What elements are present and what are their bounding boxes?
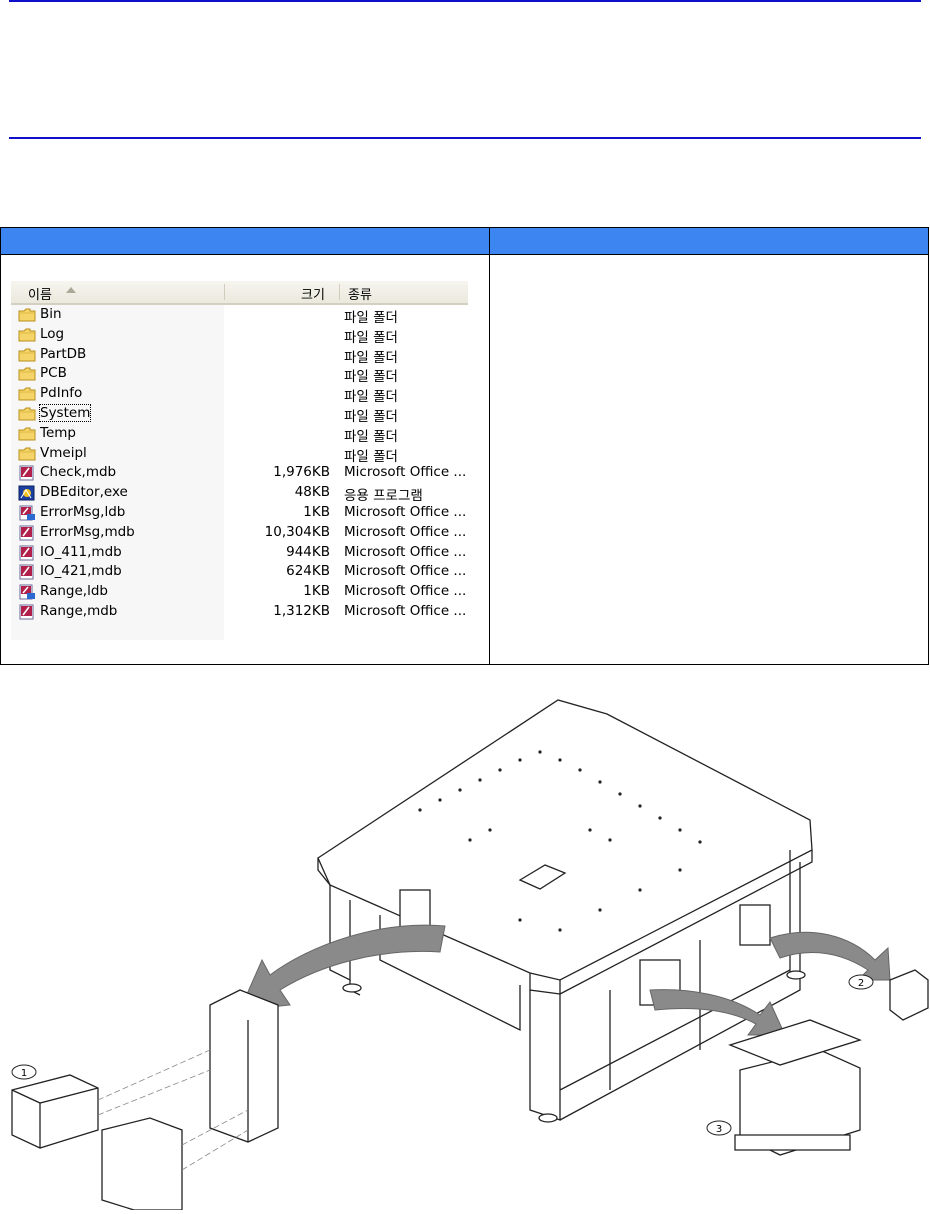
equipment-exploded-illustration: 1 2 3 [0,690,930,1211]
file-name: IO_411,mdb [40,543,122,560]
column-separator[interactable] [224,284,225,300]
access-database-icon [18,525,36,541]
file-type: 파일 폴더 [344,310,398,326]
folder-icon [18,366,36,382]
file-size: 1,312KB [273,603,330,619]
access-lock-file-icon [18,584,36,600]
file-name: Log [40,325,65,342]
folder-icon [18,386,36,402]
file-name: System [38,404,92,422]
file-name: Range,mdb [40,603,118,619]
file-type: Microsoft Office ... [344,504,467,520]
file-type: 파일 폴더 [344,369,398,386]
column-header-type[interactable]: 종류 [348,284,372,303]
file-name: Check,mdb [40,464,117,481]
access-database-icon [18,564,36,580]
file-type: 파일 폴더 [344,409,398,425]
file-type: 파일 폴더 [344,349,398,366]
file-size: 944KB [286,543,330,560]
file-row[interactable]: Bin 파일 폴더 [11,305,468,326]
file-type: Microsoft Office ... [344,603,467,619]
file-size: 624KB [286,563,330,580]
folder-icon [18,327,36,343]
file-name: IO_421,mdb [40,563,122,580]
file-type: 파일 폴더 [344,428,398,445]
file-size: 1KB [303,583,330,600]
table-column-divider [489,228,490,664]
column-separator[interactable] [339,284,340,300]
top-rule [9,0,921,2]
file-type: Microsoft Office ... [344,523,467,540]
folder-icon [18,347,36,363]
access-database-icon [18,545,36,561]
file-row[interactable]: ErrorMsg,ldb 1KB Microsoft Office ... [11,503,468,522]
application-icon [18,485,36,501]
file-row[interactable]: ErrorMsg,mdb 10,304KB Microsoft Office ... [11,523,468,542]
file-size: 10,304KB [264,523,330,540]
column-header-name[interactable]: 이름 [28,284,52,303]
file-list: 이름 크기 종류 Bin 파일 폴더 Log 파일 폴더 PartDB 파일 폴더 PCB 파… [11,281,468,640]
access-database-icon [18,604,36,620]
file-name: DBEditor,exe [40,484,128,501]
access-database-icon [18,465,36,481]
file-name: ErrorMsg,ldb [40,504,126,520]
callout-3-label: 3 [716,1124,722,1135]
file-type: Microsoft Office ... [344,464,467,481]
file-type: 파일 폴더 [344,389,398,406]
folder-icon [18,406,36,422]
file-row[interactable]: Range,mdb 1,312KB Microsoft Office ... [11,602,468,621]
callout-2-label: 2 [858,978,864,989]
file-type: Microsoft Office ... [344,543,467,560]
file-row[interactable]: PartDB 파일 폴더 [11,345,468,366]
file-row[interactable]: DBEditor,exe 48KB 응용 프로그램 [11,483,468,505]
file-type: 파일 폴더 [344,448,398,465]
file-row[interactable]: Log 파일 폴더 [11,325,468,346]
file-size: 48KB [294,484,330,501]
file-row[interactable]: PCB 파일 폴더 [11,364,468,386]
column-header-size[interactable]: 크기 [301,284,325,303]
file-name: Range,ldb [40,583,108,600]
file-type: Microsoft Office ... [344,583,467,600]
machine-frame-drawing: 1 2 3 [11,699,929,1211]
file-list-header: 이름 크기 종류 [11,281,468,305]
file-row[interactable]: Range,ldb 1KB Microsoft Office ... [11,582,468,601]
table-header-row [1,228,928,255]
sort-ascending-icon [66,287,76,293]
file-name: PartDB [40,345,87,362]
folder-icon [18,426,36,442]
file-size: 1,976KB [273,464,330,481]
folder-icon [18,307,36,323]
file-row[interactable]: IO_411,mdb 944KB Microsoft Office ... [11,543,468,562]
file-type: Microsoft Office ... [344,563,467,580]
file-name: Vmeipl [40,444,87,461]
file-row[interactable]: PdInfo 파일 폴더 [11,384,468,406]
file-row[interactable]: Vmeipl 파일 폴더 [11,444,468,465]
file-name: Temp [40,424,76,441]
file-type: 응용 프로그램 [344,488,423,505]
file-row[interactable]: IO_421,mdb 624KB Microsoft Office ... [11,562,468,581]
file-name: PCB [40,365,67,382]
folder-icon [18,446,36,462]
section-rule [9,137,921,139]
file-row[interactable]: System 파일 폴더 [11,404,468,425]
file-row[interactable]: Temp 파일 폴더 [11,424,468,445]
access-lock-file-icon [18,505,36,521]
file-size: 1KB [303,504,330,520]
file-name: ErrorMsg,mdb [40,523,135,540]
file-name: Bin [40,306,62,322]
file-type: 파일 폴더 [344,329,398,346]
file-row[interactable]: Check,mdb 1,976KB Microsoft Office ... [11,463,468,482]
file-name: PdInfo [40,385,83,402]
callout-1-label: 1 [21,1068,27,1079]
